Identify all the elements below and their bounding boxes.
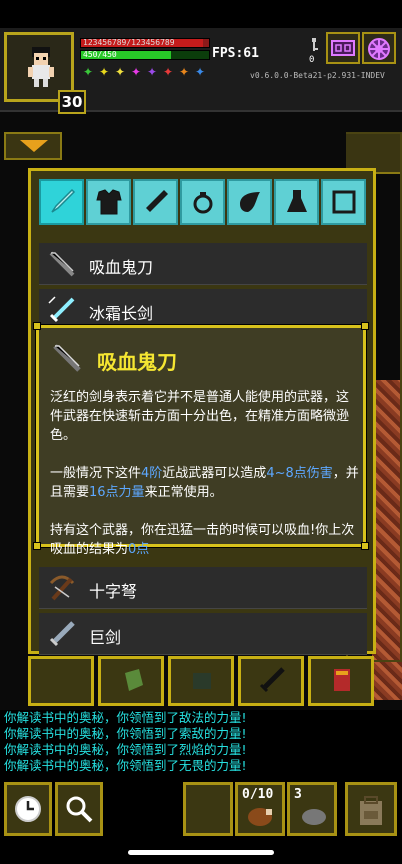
log-line: 你解读书中的奥秘，你领悟到了敌法的力量! bbox=[4, 710, 247, 725]
frame-corner bbox=[361, 542, 369, 550]
quickslot-empty[interactable] bbox=[183, 782, 233, 836]
inventory-item[interactable]: 吸血鬼刀 bbox=[39, 243, 367, 285]
artifact-icon bbox=[240, 192, 260, 212]
hero-level-badge: 30 bbox=[58, 90, 86, 114]
quickslot-1[interactable]: 0/10 bbox=[235, 782, 285, 836]
menu-button[interactable] bbox=[362, 32, 396, 64]
sword-icon bbox=[51, 188, 76, 213]
description-paragraph: 泛红的剑身表示着它并不是普通人能使用的武器，这件武器在快速斩击方面十分出色，在精… bbox=[50, 390, 350, 443]
journal-button[interactable] bbox=[326, 32, 360, 64]
item-label: 吸血鬼刀 bbox=[89, 258, 154, 277]
log-line: 你解读书中的奥秘，你领悟到了索敌的力量! bbox=[4, 726, 247, 741]
frame-corner bbox=[361, 322, 369, 330]
item-label: 十字弩 bbox=[89, 582, 138, 601]
item-label: 巨剑 bbox=[89, 628, 122, 647]
item-detail-popup: 吸血鬼刀 泛红的剑身表示着它并不是普通人能使用的武器，这件武器在快速斩击方面十分… bbox=[33, 322, 369, 557]
buff-list: ✦ ✦ ✦ ✦ ✦ ✦ ✦ ✦ bbox=[82, 66, 206, 78]
ring-icon bbox=[193, 192, 213, 214]
journal-icon bbox=[331, 40, 355, 56]
glove-icon bbox=[193, 673, 211, 689]
quick-item-slot[interactable] bbox=[168, 656, 234, 706]
item-label: 冰霜长剑 bbox=[89, 304, 154, 323]
yellow-star-icon: ✦ bbox=[98, 65, 110, 79]
magenta-star-icon: ✦ bbox=[130, 65, 142, 79]
inventory-tabs bbox=[39, 179, 366, 225]
tab-wands[interactable] bbox=[133, 179, 178, 225]
purple-star-icon: ✦ bbox=[146, 65, 158, 79]
greatsword-icon bbox=[49, 621, 75, 647]
blue-star-icon: ✦ bbox=[194, 65, 206, 79]
quickslot-count: 3 bbox=[294, 787, 302, 802]
collapse-arrow-button[interactable] bbox=[4, 132, 62, 160]
food-icon bbox=[248, 808, 272, 826]
item-description: 泛红的剑身表示着它并不是普通人能使用的武器，这件武器在快速斩击方面十分出色，在精… bbox=[50, 388, 360, 578]
frame-corner bbox=[33, 322, 41, 330]
wait-button[interactable] bbox=[4, 782, 52, 836]
quick-item-slot[interactable] bbox=[238, 656, 304, 706]
tab-all-items[interactable] bbox=[39, 179, 84, 225]
fps-counter: FPS:61 bbox=[212, 46, 259, 61]
green-star-icon: ✦ bbox=[82, 65, 94, 79]
inventory-item[interactable]: 巨剑 bbox=[39, 613, 367, 655]
red-book-icon bbox=[334, 669, 350, 691]
tab-rings[interactable] bbox=[180, 179, 225, 225]
shield-text: 450/450 bbox=[83, 50, 117, 59]
search-button[interactable] bbox=[55, 782, 103, 836]
tab-scrolls[interactable] bbox=[321, 179, 366, 225]
scroll-icon bbox=[332, 190, 356, 214]
orange-star-icon: ✦ bbox=[178, 65, 190, 79]
hero-avatar-icon bbox=[28, 47, 54, 87]
tab-armor[interactable] bbox=[86, 179, 131, 225]
backpack-button[interactable] bbox=[345, 782, 397, 836]
vampire-knife-icon bbox=[53, 344, 81, 372]
armor-icon bbox=[96, 189, 122, 215]
vampire-knife-icon bbox=[49, 251, 75, 277]
chevron-down-icon bbox=[20, 140, 48, 152]
tab-potions[interactable] bbox=[274, 179, 319, 225]
status-panel: 30 123456789/123456789 450/450 FPS:61 ✦ ✦… bbox=[0, 28, 402, 114]
quickslot-count: 0/10 bbox=[242, 787, 274, 802]
red-star-icon: ✦ bbox=[162, 65, 174, 79]
quickslot-2[interactable]: 3 bbox=[287, 782, 337, 836]
dagger-icon bbox=[259, 667, 285, 693]
frost-sword-icon bbox=[48, 296, 75, 323]
item-title: 吸血鬼刀 bbox=[97, 350, 177, 374]
health-bar: 123456789/123456789 bbox=[80, 38, 210, 48]
stone-icon bbox=[302, 809, 326, 825]
search-icon bbox=[66, 796, 93, 823]
health-text: 123456789/123456789 bbox=[83, 38, 175, 47]
clock-icon bbox=[15, 796, 41, 822]
version-text: v0.6.0.0-Beta21-p2.931-INDEV bbox=[250, 71, 385, 80]
description-paragraph: 持有这个武器，你在迅猛一击的时候可以吸血!你上次吸血的结果为0点 bbox=[50, 523, 355, 557]
gear-icon bbox=[368, 38, 390, 60]
home-indicator bbox=[128, 850, 274, 855]
tab-artifacts[interactable] bbox=[227, 179, 272, 225]
potion-icon bbox=[287, 190, 307, 212]
green-potion-icon bbox=[125, 669, 143, 691]
backpack-icon bbox=[360, 796, 382, 825]
frame-corner bbox=[33, 542, 41, 550]
log-line: 你解读书中的奥秘，你领悟到了烈焰的力量! bbox=[4, 742, 247, 757]
yellow-burst-icon: ✦ bbox=[114, 65, 126, 79]
description-paragraph: 一般情况下这件4阶近战武器可以造成4~8点伤害，并且需要16点力量来正常使用。 bbox=[50, 466, 359, 500]
key-icon bbox=[312, 38, 318, 51]
quick-item-slot[interactable] bbox=[98, 656, 164, 706]
iron-key-counter: 0 bbox=[305, 38, 323, 66]
key-count-text: 0 bbox=[309, 55, 315, 65]
wand-icon bbox=[146, 190, 168, 212]
game-log: 你解读书中的奥秘，你领悟到了敌法的力量! 你解读书中的奥秘，你领悟到了索敌的力量… bbox=[4, 710, 402, 774]
bottom-toolbar: 0/10 3 bbox=[0, 778, 402, 842]
quick-item-slot[interactable] bbox=[308, 656, 374, 706]
shield-bar: 450/450 bbox=[80, 50, 210, 60]
log-line: 你解读书中的奥秘，你领悟到了无畏的力量! bbox=[4, 758, 247, 773]
quick-item-slot[interactable] bbox=[28, 656, 94, 706]
